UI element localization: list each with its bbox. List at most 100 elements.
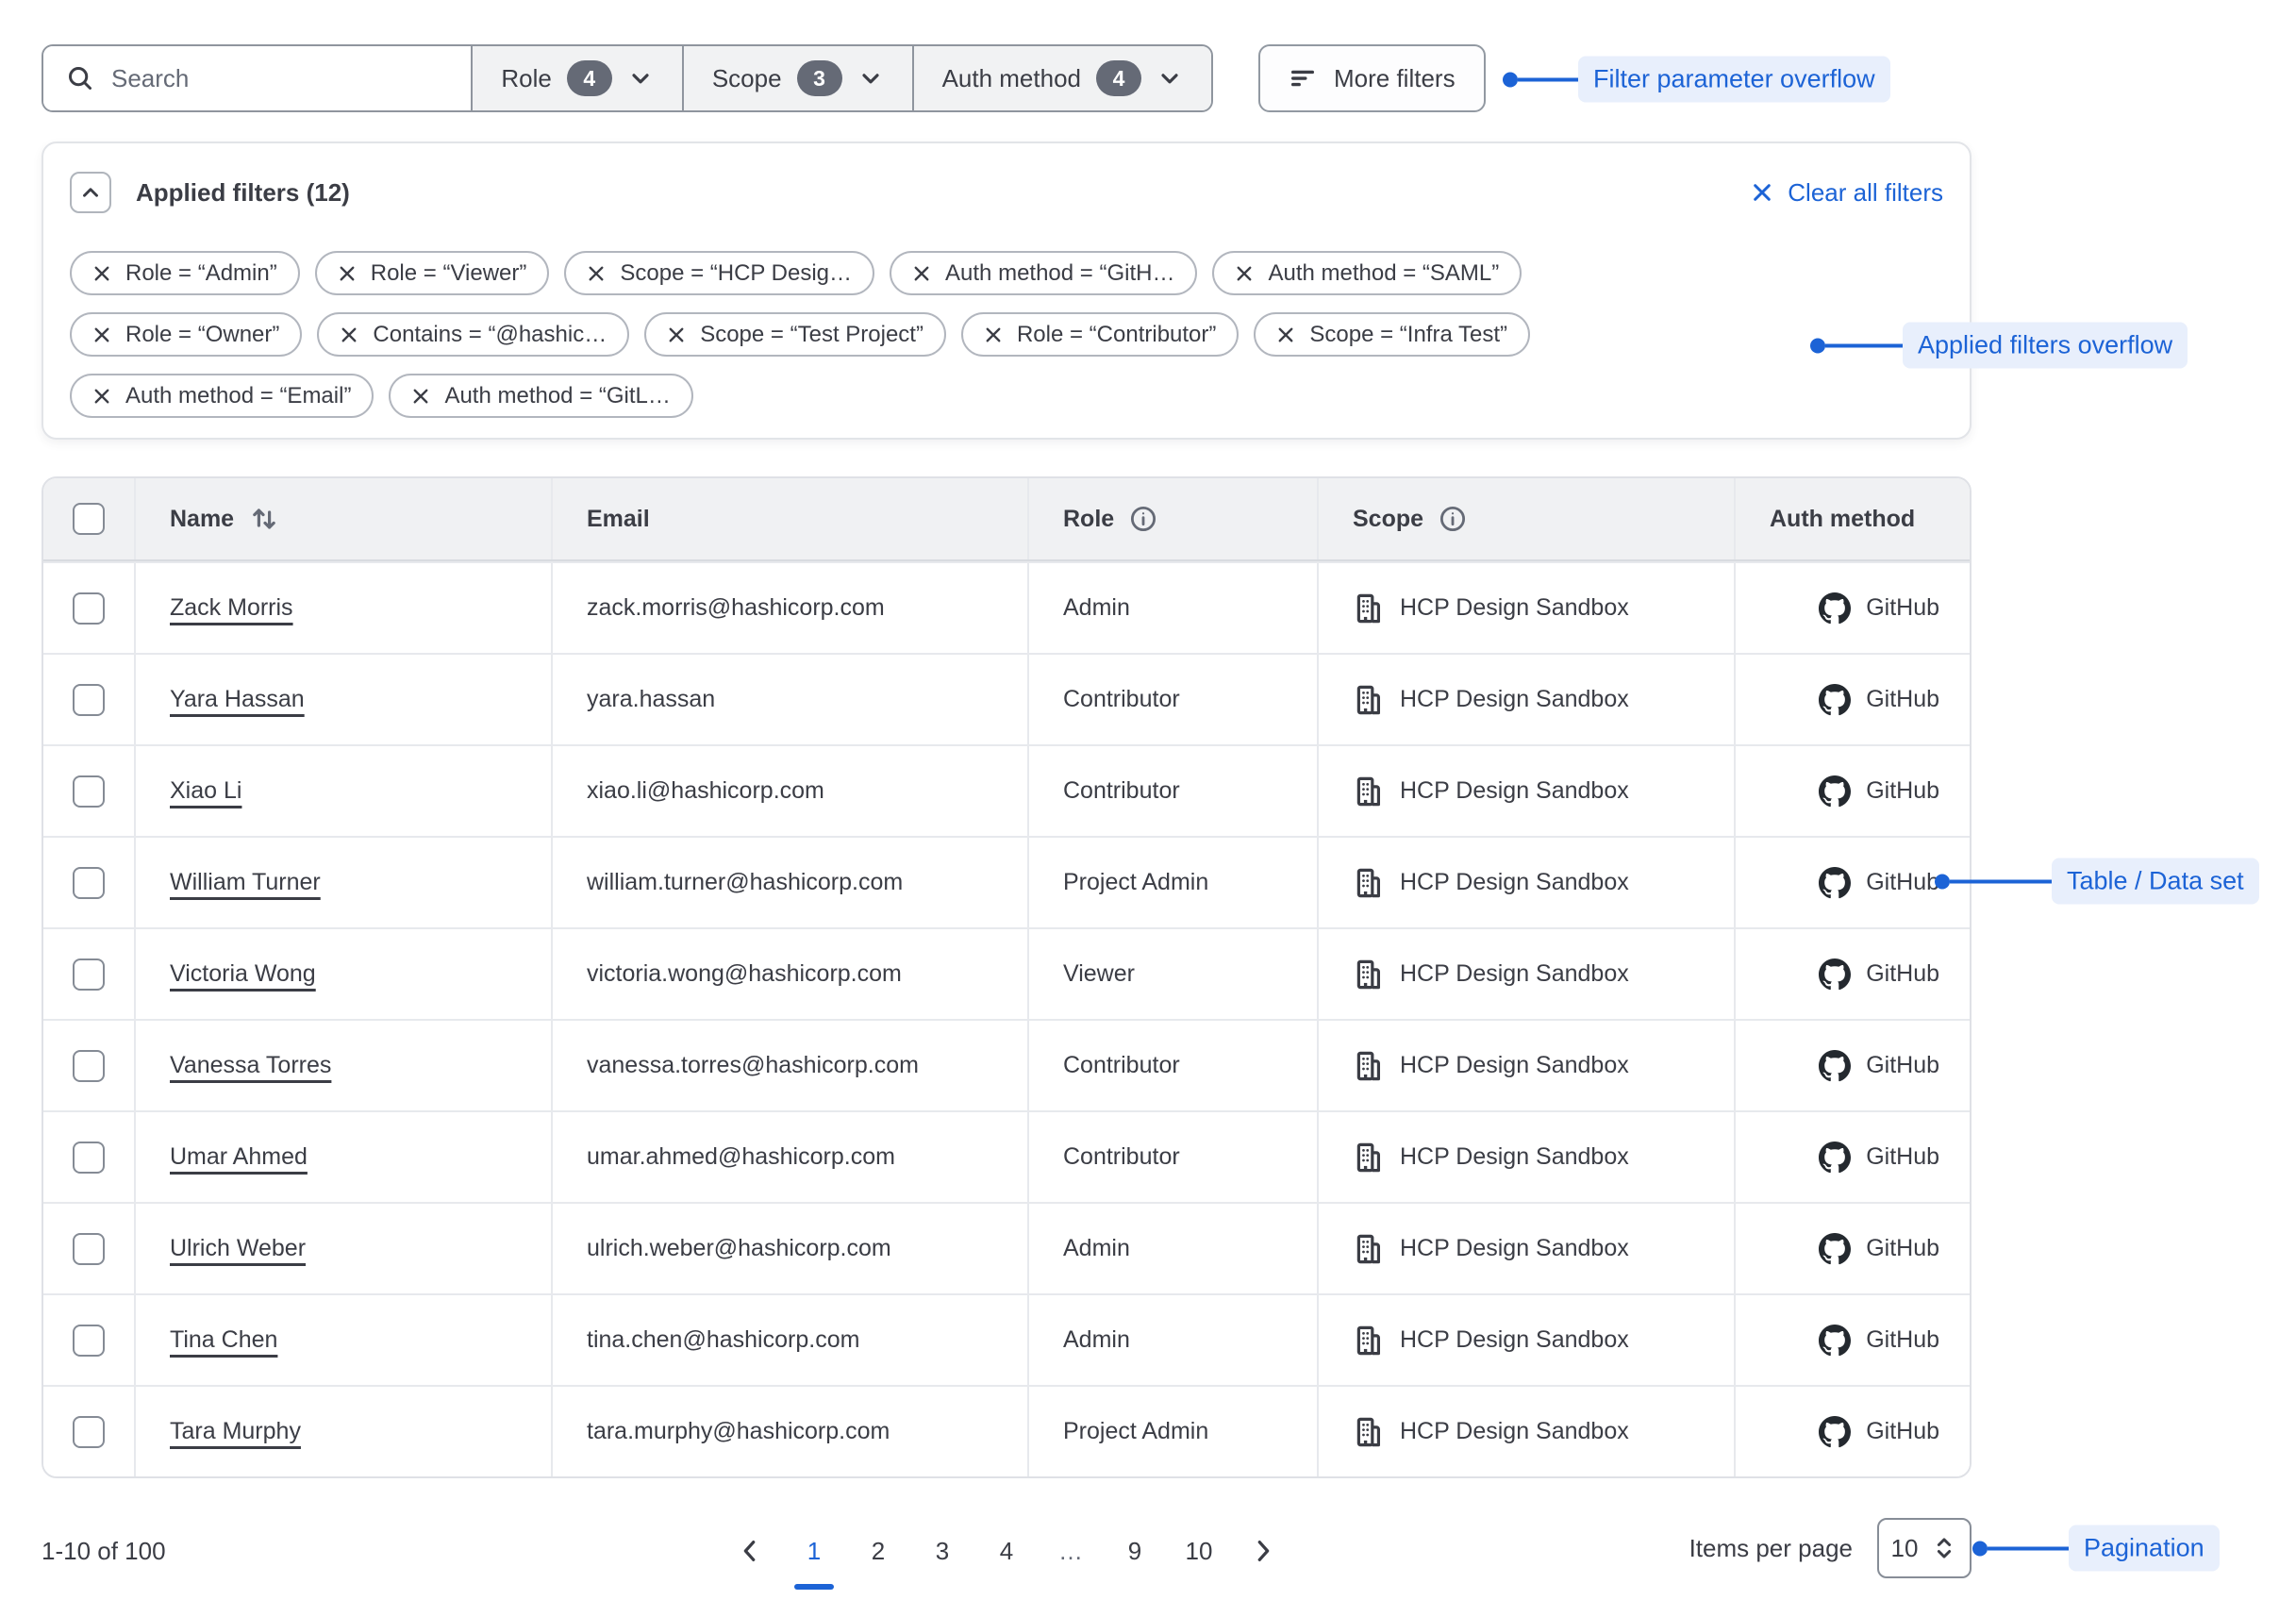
row-checkbox[interactable] [73, 1416, 105, 1448]
filter-chip[interactable]: Scope = “Infra Test” [1254, 312, 1530, 357]
row-select-cell [43, 1112, 134, 1202]
auth-method-label: GitHub [1866, 869, 1939, 896]
chip-remove-icon[interactable] [912, 264, 931, 283]
select-all-checkbox[interactable] [73, 503, 105, 535]
search-field[interactable] [43, 46, 471, 110]
github-icon [1819, 1233, 1851, 1265]
org-building-icon [1353, 1233, 1385, 1265]
auth-method-label: GitHub [1866, 1326, 1939, 1354]
table-row: Zack Morris zack.morris@hashicorp.com Ad… [43, 561, 1970, 653]
role-cell: Viewer [1027, 929, 1317, 1019]
filter-chip[interactable]: Contains = “@hashic… [317, 312, 629, 357]
user-name-link[interactable]: Tara Murphy [170, 1418, 301, 1445]
previous-page-button[interactable] [728, 1524, 772, 1578]
table-row: Victoria Wong victoria.wong@hashicorp.co… [43, 927, 1970, 1019]
role-cell: Admin [1027, 1204, 1317, 1293]
chip-remove-icon[interactable] [92, 264, 111, 283]
auth-method-cell: GitHub [1734, 655, 1970, 744]
info-icon[interactable] [1439, 505, 1467, 533]
chip-remove-icon[interactable] [92, 387, 111, 406]
auth-method-filter-dropdown[interactable]: Auth method 4 [912, 46, 1211, 110]
row-select-cell [43, 655, 134, 744]
filter-chip[interactable]: Role = “Viewer” [315, 251, 550, 295]
email-cell: tina.chen@hashicorp.com [551, 1295, 1027, 1385]
chip-remove-icon[interactable] [1276, 325, 1295, 344]
chip-remove-icon[interactable] [338, 264, 357, 283]
sort-icon[interactable] [249, 504, 279, 534]
clear-all-filters-button[interactable]: Clear all filters [1750, 178, 1943, 208]
row-checkbox[interactable] [73, 1233, 105, 1265]
more-filters-button[interactable]: More filters [1258, 44, 1486, 112]
filter-chip[interactable]: Role = “Admin” [70, 251, 300, 295]
row-checkbox[interactable] [73, 1142, 105, 1174]
org-building-icon [1353, 684, 1385, 716]
user-name-link[interactable]: Xiao Li [170, 777, 241, 805]
user-name-link[interactable]: Vanessa Torres [170, 1052, 331, 1079]
table-row: William Turner william.turner@hashicorp.… [43, 836, 1970, 927]
github-icon [1819, 1416, 1851, 1448]
org-building-icon [1353, 1050, 1385, 1082]
role-filter-dropdown[interactable]: Role 4 [471, 46, 681, 110]
user-name-link[interactable]: Ulrich Weber [170, 1235, 306, 1262]
filter-chip[interactable]: Auth method = “GitH… [890, 251, 1197, 295]
chip-remove-icon[interactable] [984, 325, 1003, 344]
row-checkbox[interactable] [73, 1050, 105, 1082]
page-button-9[interactable]: 9 [1113, 1524, 1156, 1578]
items-per-page-select[interactable]: 10 [1877, 1518, 1972, 1578]
scope-label: HCP Design Sandbox [1400, 1235, 1629, 1262]
user-name-link[interactable]: Victoria Wong [170, 960, 316, 988]
filter-chip[interactable]: Scope = “Test Project” [644, 312, 946, 357]
user-name-link[interactable]: Yara Hassan [170, 686, 305, 713]
page-button-2[interactable]: 2 [857, 1524, 900, 1578]
table-row: Tina Chen tina.chen@hashicorp.com Admin … [43, 1293, 1970, 1385]
filter-chip[interactable]: Scope = “HCP Desig… [564, 251, 874, 295]
row-checkbox[interactable] [73, 592, 105, 625]
org-building-icon [1353, 1325, 1385, 1357]
page-button-4[interactable]: 4 [985, 1524, 1028, 1578]
info-icon[interactable] [1129, 505, 1157, 533]
chip-remove-icon[interactable] [587, 264, 606, 283]
auth-method-cell: GitHub [1734, 838, 1970, 927]
row-checkbox[interactable] [73, 1325, 105, 1357]
filter-chip[interactable]: Auth method = “SAML” [1212, 251, 1522, 295]
chip-remove-icon[interactable] [340, 325, 358, 344]
filter-chip-label: Role = “Viewer” [371, 260, 527, 287]
collapse-applied-filters-button[interactable] [70, 172, 111, 213]
table-row: Ulrich Weber ulrich.weber@hashicorp.com … [43, 1202, 1970, 1293]
column-header-label: Role [1063, 506, 1114, 533]
scope-cell: HCP Design Sandbox [1317, 929, 1734, 1019]
next-page-button[interactable] [1241, 1524, 1285, 1578]
annotation-filter-parameter-overflow: Filter parameter overflow [1503, 57, 1890, 103]
row-checkbox[interactable] [73, 958, 105, 991]
org-building-icon [1353, 775, 1385, 808]
filter-chip-label: Role = “Owner” [125, 322, 279, 348]
auth-method-label: GitHub [1866, 777, 1939, 805]
scope-filter-dropdown[interactable]: Scope 3 [682, 46, 912, 110]
auth-method-cell: GitHub [1734, 1204, 1970, 1293]
page-button-3[interactable]: 3 [921, 1524, 964, 1578]
chip-remove-icon[interactable] [411, 387, 430, 406]
user-name-link[interactable]: William Turner [170, 869, 321, 896]
chip-remove-icon[interactable] [92, 325, 111, 344]
chip-remove-icon[interactable] [1235, 264, 1254, 283]
row-checkbox[interactable] [73, 684, 105, 716]
user-name-link[interactable]: Tina Chen [170, 1326, 277, 1354]
annotation-line [1988, 1546, 2069, 1550]
role-cell: Admin [1027, 563, 1317, 653]
filter-chip[interactable]: Auth method = “GitL… [389, 374, 692, 418]
auth-method-label: GitHub [1866, 1143, 1939, 1171]
row-checkbox[interactable] [73, 867, 105, 899]
page-button-10[interactable]: 10 [1177, 1524, 1221, 1578]
chip-remove-icon[interactable] [667, 325, 686, 344]
search-input[interactable] [111, 64, 448, 93]
page-button-1[interactable]: 1 [792, 1524, 836, 1578]
user-name-link[interactable]: Umar Ahmed [170, 1143, 308, 1171]
applied-filters-header: Applied filters (12) Clear all filters [70, 172, 1943, 213]
filter-chip[interactable]: Role = “Owner” [70, 312, 302, 357]
annotation-label: Table / Data set [2052, 858, 2259, 905]
filter-chip[interactable]: Auth method = “Email” [70, 374, 374, 418]
user-name-link[interactable]: Zack Morris [170, 594, 293, 622]
column-header-name[interactable]: Name [134, 478, 551, 559]
filter-chip[interactable]: Role = “Contributor” [961, 312, 1239, 357]
row-checkbox[interactable] [73, 775, 105, 808]
